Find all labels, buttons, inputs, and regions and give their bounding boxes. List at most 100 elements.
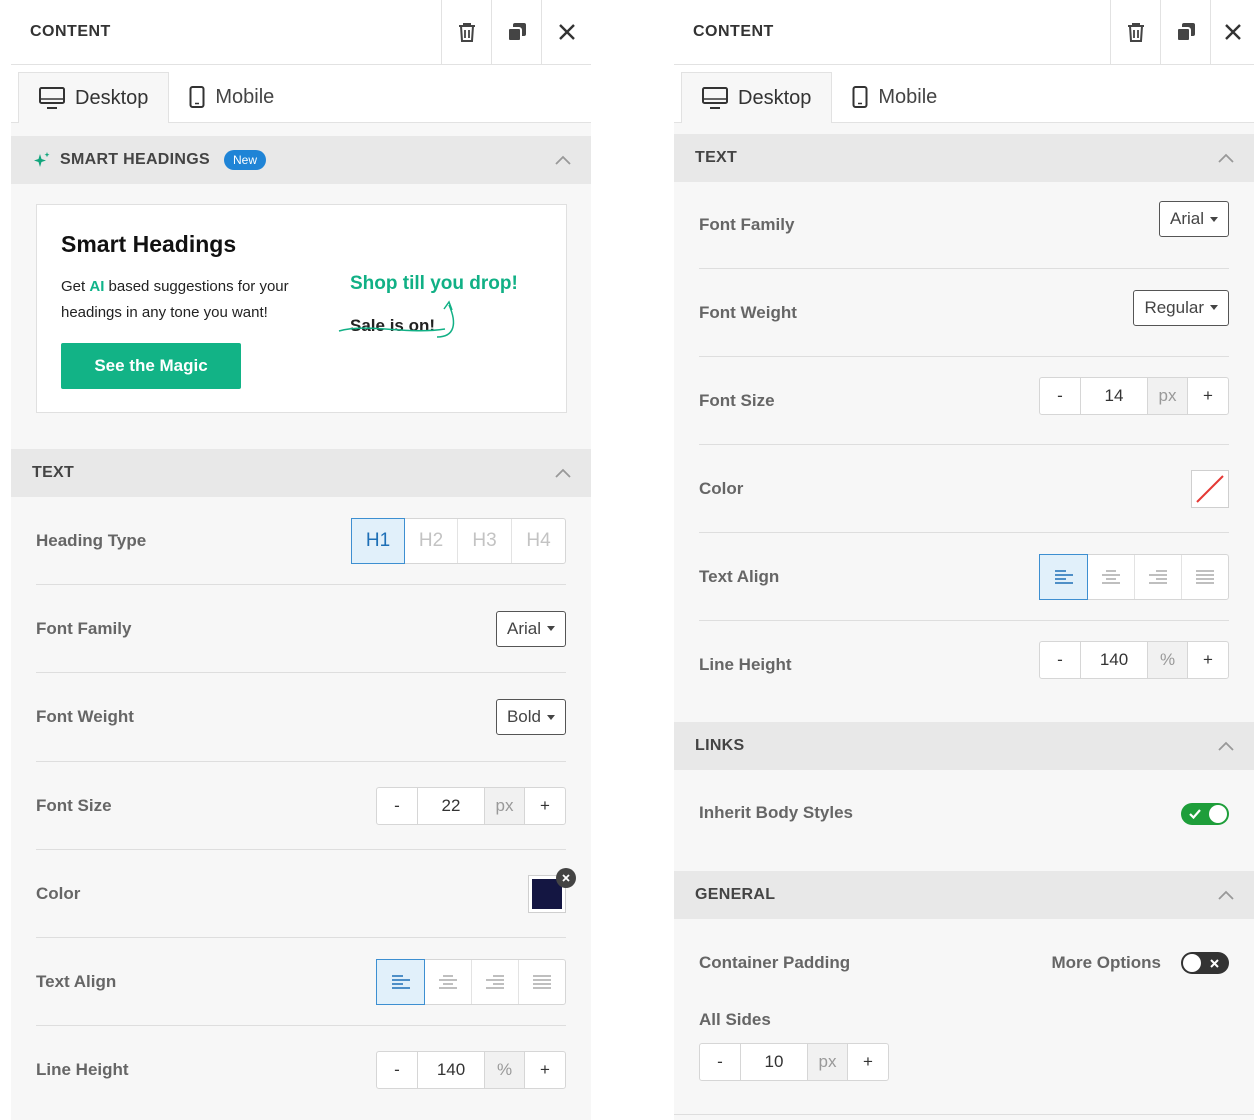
decrement-button[interactable]: -: [377, 1052, 417, 1088]
duplicate-button[interactable]: [1160, 0, 1210, 65]
text-align-label: Text Align: [36, 971, 117, 991]
inherit-body-styles-toggle[interactable]: [1181, 803, 1229, 825]
align-center-button[interactable]: [1087, 554, 1134, 599]
text-section-header[interactable]: TEXT: [11, 449, 591, 497]
trash-icon: [1127, 23, 1144, 42]
caret-down-icon: [547, 714, 555, 720]
align-justify-button[interactable]: [518, 959, 565, 1004]
see-magic-button[interactable]: See the Magic: [61, 343, 241, 389]
font-family-select[interactable]: Arial: [495, 610, 566, 647]
desktop-icon: [702, 87, 728, 109]
tab-mobile-label: Mobile: [878, 85, 938, 108]
heading-h2-button[interactable]: H2: [404, 518, 457, 563]
desc-ai: AI: [89, 278, 105, 295]
font-weight-select[interactable]: Bold: [495, 699, 566, 735]
color-row: Color: [36, 850, 576, 938]
duplicate-button[interactable]: [491, 0, 541, 65]
color-swatch[interactable]: [1191, 469, 1229, 508]
mobile-icon: [852, 86, 868, 108]
chevron-up-icon: [555, 155, 571, 165]
tab-desktop[interactable]: Desktop: [681, 72, 833, 123]
align-justify-button[interactable]: [1181, 554, 1228, 599]
heading-h3-button[interactable]: H3: [457, 518, 511, 563]
increment-button[interactable]: +: [1188, 378, 1228, 414]
text-align-group: [1039, 553, 1229, 600]
font-family-value: Arial: [506, 618, 541, 638]
panel-title: CONTENT: [30, 23, 111, 40]
chevron-up-icon: [1218, 890, 1234, 900]
font-family-select[interactable]: Arial: [1158, 201, 1229, 237]
line-height-input[interactable]: 140: [1080, 642, 1148, 678]
heading-h1-button[interactable]: H1: [351, 517, 405, 564]
general-section-header[interactable]: GENERAL: [674, 871, 1254, 919]
more-options-toggle[interactable]: [1181, 952, 1229, 974]
h4-label: H4: [526, 529, 551, 551]
decrement-button[interactable]: -: [700, 1044, 740, 1080]
inherit-body-styles-label: Inherit Body Styles: [699, 803, 853, 822]
decrement-button[interactable]: -: [1040, 378, 1080, 414]
font-size-input[interactable]: 14: [1080, 377, 1148, 414]
text-section-title: TEXT: [695, 149, 738, 166]
tab-mobile[interactable]: Mobile: [832, 72, 957, 122]
increment-button[interactable]: +: [1188, 642, 1228, 678]
all-sides-stepper: - 10 px +: [699, 1043, 889, 1081]
font-family-value: Arial: [1169, 209, 1204, 228]
check-icon: [1189, 809, 1201, 819]
increment-button[interactable]: +: [525, 788, 565, 824]
font-size-row: Font Size - 14 px +: [699, 357, 1229, 445]
close-button[interactable]: [1210, 0, 1254, 65]
sparkle-icon: [34, 152, 50, 167]
align-right-icon: [486, 974, 504, 989]
color-row: Color: [699, 445, 1229, 533]
heading-h4-button[interactable]: H4: [511, 518, 565, 563]
increment-button[interactable]: +: [525, 1052, 565, 1088]
unit-label: px: [485, 787, 525, 824]
chevron-up-icon: [1218, 153, 1234, 163]
links-section-title: LINKS: [695, 737, 745, 754]
align-center-icon: [439, 974, 457, 989]
text-section-header[interactable]: TEXT: [674, 134, 1254, 182]
text-section-title: TEXT: [32, 464, 75, 481]
font-family-label: Font Family: [699, 215, 795, 234]
align-center-button[interactable]: [424, 959, 471, 1004]
line-height-input[interactable]: 140: [417, 1052, 485, 1088]
align-left-button[interactable]: [1039, 553, 1088, 600]
increment-button[interactable]: +: [848, 1044, 888, 1080]
close-button[interactable]: [541, 0, 591, 65]
container-padding-row: Container Padding More Options: [699, 945, 1229, 981]
font-weight-row: Font Weight Regular: [699, 269, 1229, 357]
align-right-button[interactable]: [1134, 554, 1181, 599]
align-center-icon: [1102, 569, 1120, 584]
color-label: Color: [36, 883, 81, 903]
general-section-title: GENERAL: [695, 886, 776, 903]
device-tabs: Desktop Mobile: [674, 65, 1254, 123]
clear-color-button[interactable]: [556, 867, 576, 888]
align-left-icon: [1054, 569, 1073, 584]
font-weight-select[interactable]: Regular: [1133, 289, 1229, 326]
align-right-icon: [1149, 569, 1167, 584]
align-right-button[interactable]: [471, 959, 518, 1004]
heading-type-label: Heading Type: [36, 530, 147, 550]
all-sides-input[interactable]: 10: [740, 1044, 808, 1080]
align-left-button[interactable]: [376, 958, 425, 1005]
tab-mobile[interactable]: Mobile: [169, 72, 294, 122]
chevron-up-icon: [555, 468, 571, 478]
font-size-label: Font Size: [699, 390, 775, 410]
font-family-label: Font Family: [36, 618, 132, 638]
color-swatch[interactable]: [528, 867, 576, 913]
font-family-row: Font Family Arial: [699, 182, 1229, 269]
links-section-header[interactable]: LINKS: [674, 722, 1254, 770]
trash-icon: [458, 23, 475, 42]
decrement-button[interactable]: -: [377, 788, 417, 824]
new-badge: New: [223, 150, 266, 170]
tab-desktop[interactable]: Desktop: [18, 72, 170, 123]
delete-button[interactable]: [1110, 0, 1160, 65]
align-justify-icon: [533, 974, 551, 989]
toggle-knob: [1209, 805, 1227, 823]
unit-label: px: [1148, 377, 1188, 414]
decrement-button[interactable]: -: [1040, 642, 1080, 678]
delete-button[interactable]: [441, 0, 491, 65]
font-size-input[interactable]: 22: [417, 787, 485, 824]
smart-headings-section-header[interactable]: SMART HEADINGS New: [11, 136, 591, 184]
more-options-label: More Options: [1051, 953, 1161, 972]
